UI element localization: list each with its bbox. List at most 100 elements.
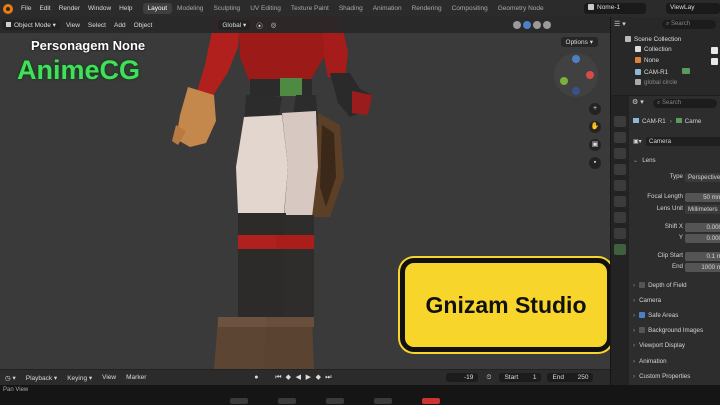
depth-of-field-checkbox[interactable] (639, 282, 646, 288)
jump-end-icon[interactable]: ⏭ (323, 373, 333, 383)
solid-shading-icon[interactable] (523, 21, 532, 29)
focal-length-field[interactable]: 50 mm (685, 193, 720, 202)
menu-marker[interactable]: Marker (121, 374, 151, 381)
blender-logo-icon[interactable] (3, 3, 13, 14)
next-keyframe-icon[interactable]: ◆ (313, 373, 323, 383)
outliner-item-cam-r1[interactable]: CAM-R1 (611, 68, 720, 78)
world-tab-icon[interactable] (614, 196, 626, 207)
tab-modeling[interactable]: Modeling (172, 3, 208, 14)
play-icon[interactable]: ▶ (303, 373, 313, 383)
rendered-shading-icon[interactable] (543, 21, 552, 29)
visibility-checkbox[interactable] (711, 58, 718, 65)
end-frame-field[interactable]: End 250 (547, 373, 594, 382)
animation-section[interactable]: › Animation (633, 358, 720, 365)
play-reverse-icon[interactable]: ◀ (293, 373, 303, 383)
viewport-display-section[interactable]: › Viewport Display (633, 342, 720, 349)
taskbar-app-icon[interactable] (230, 398, 248, 404)
outliner-editor-icon[interactable]: ☰ ▾ (614, 21, 626, 28)
background-images-checkbox[interactable] (639, 327, 646, 333)
timeline-editor-icon[interactable]: ◷ ▾ (0, 374, 21, 382)
menu-view[interactable]: View (62, 22, 84, 29)
shift-y-field[interactable]: 0.000 (685, 234, 720, 243)
gizmo-x-axis-icon[interactable] (586, 71, 594, 79)
tab-geometry-nodes[interactable]: Geometry Node (493, 3, 549, 14)
transform-orientation-dropdown[interactable]: Global ▾ (218, 20, 251, 30)
lens-unit-dropdown[interactable]: Millimeters (685, 205, 720, 214)
scene-tab-icon[interactable] (614, 180, 626, 191)
menu-add[interactable]: Add (110, 22, 130, 29)
custom-properties-section[interactable]: › Custom Properties (633, 373, 720, 380)
navigation-gizmo[interactable] (554, 53, 598, 97)
gizmo-neg-z-icon[interactable] (572, 87, 580, 95)
output-tab-icon[interactable] (614, 148, 626, 159)
current-frame-field[interactable]: -19 (446, 373, 479, 382)
taskbar-app-icon[interactable] (422, 398, 440, 404)
tab-sculpting[interactable]: Sculpting (208, 3, 245, 14)
material-shading-icon[interactable] (533, 21, 542, 29)
menu-timeline-view[interactable]: View (97, 374, 121, 381)
outliner-item-global-circle[interactable]: global circle (611, 79, 720, 89)
auto-key-icon[interactable]: ● (251, 373, 261, 383)
menu-render[interactable]: Render (55, 5, 84, 12)
camera-datablock-selector[interactable]: ▣▾ Camera (633, 137, 720, 147)
prev-keyframe-icon[interactable]: ◆ (283, 373, 293, 383)
taskbar-app-icon[interactable] (326, 398, 344, 404)
tab-animation[interactable]: Animation (368, 3, 407, 14)
snap-icon[interactable]: ⦿ (252, 20, 267, 30)
properties-search[interactable]: ⌕ Search (653, 99, 717, 108)
object-tab-icon[interactable] (614, 212, 626, 223)
camera-data-field[interactable]: Camera (646, 137, 720, 146)
tab-layout[interactable]: Layout (142, 3, 173, 14)
taskbar-app-icon[interactable] (278, 398, 296, 404)
view-layer-selector[interactable]: ViewLay (666, 3, 720, 14)
menu-select[interactable]: Select (84, 22, 110, 29)
outliner-item-none[interactable]: None (611, 57, 720, 67)
zoom-icon[interactable]: + (589, 103, 601, 115)
outliner-item-scene-collection[interactable]: Scene Collection (611, 36, 720, 46)
gizmo-y-axis-icon[interactable] (560, 77, 568, 85)
camera-data-tab-icon[interactable] (614, 244, 626, 255)
camera-type-dropdown[interactable]: Perspective (685, 173, 720, 182)
menu-edit[interactable]: Edit (35, 5, 54, 12)
wireframe-shading-icon[interactable] (513, 21, 522, 29)
clip-start-field[interactable]: 0.1 m (685, 252, 720, 261)
menu-keying[interactable]: Keying ▾ (62, 374, 97, 382)
background-images-section[interactable]: › Background Images (633, 327, 720, 334)
options-dropdown[interactable]: Options ▾ (560, 37, 598, 47)
tab-uv-editing[interactable]: UV Editing (245, 3, 286, 14)
safe-areas-section[interactable]: › Safe Areas (633, 312, 720, 319)
clip-end-field[interactable]: 1000 m (685, 263, 720, 272)
menu-playback[interactable]: Playback ▾ (21, 374, 62, 382)
tab-compositing[interactable]: Compositing (447, 3, 493, 14)
menu-window[interactable]: Window (84, 5, 115, 12)
camera-view-icon[interactable]: ▣ (589, 139, 601, 151)
safe-areas-checkbox[interactable] (639, 312, 646, 318)
properties-editor-icon[interactable]: ⚙ ▾ (632, 99, 644, 106)
depth-of-field-section[interactable]: › Depth of Field (633, 282, 720, 289)
lens-section-header[interactable]: ⌄ Lens (633, 157, 720, 164)
tab-shading[interactable]: Shading (334, 3, 368, 14)
object-mode-dropdown[interactable]: Object Mode ▾ (2, 20, 60, 30)
jump-start-icon[interactable]: ⏮ (273, 373, 283, 383)
view-layer-tab-icon[interactable] (614, 164, 626, 175)
tab-rendering[interactable]: Rendering (407, 3, 447, 14)
camera-section[interactable]: › Camera (633, 297, 720, 304)
shift-x-field[interactable]: 0.000 (685, 223, 720, 232)
outliner-item-collection[interactable]: Collection (611, 46, 720, 56)
menu-file[interactable]: File (17, 5, 35, 12)
constraints-tab-icon[interactable] (614, 228, 626, 239)
lock-icon[interactable]: ▪ (589, 157, 601, 169)
start-frame-field[interactable]: Start 1 (499, 373, 542, 382)
menu-help[interactable]: Help (115, 5, 136, 12)
proportional-edit-icon[interactable]: ◎ (267, 21, 281, 29)
taskbar-app-icon[interactable] (374, 398, 392, 404)
tool-tab-icon[interactable] (614, 116, 626, 127)
grab-hand-icon[interactable]: ✋ (589, 121, 601, 133)
scene-selector[interactable]: Nome-1 (584, 3, 646, 14)
menu-object[interactable]: Object (130, 22, 157, 29)
preview-range-icon[interactable]: ⏲ (481, 374, 496, 382)
render-tab-icon[interactable] (614, 132, 626, 143)
gizmo-z-axis-icon[interactable] (572, 55, 580, 63)
outliner-search[interactable]: ⌕ Search (662, 20, 716, 29)
visibility-checkbox[interactable] (711, 47, 718, 54)
